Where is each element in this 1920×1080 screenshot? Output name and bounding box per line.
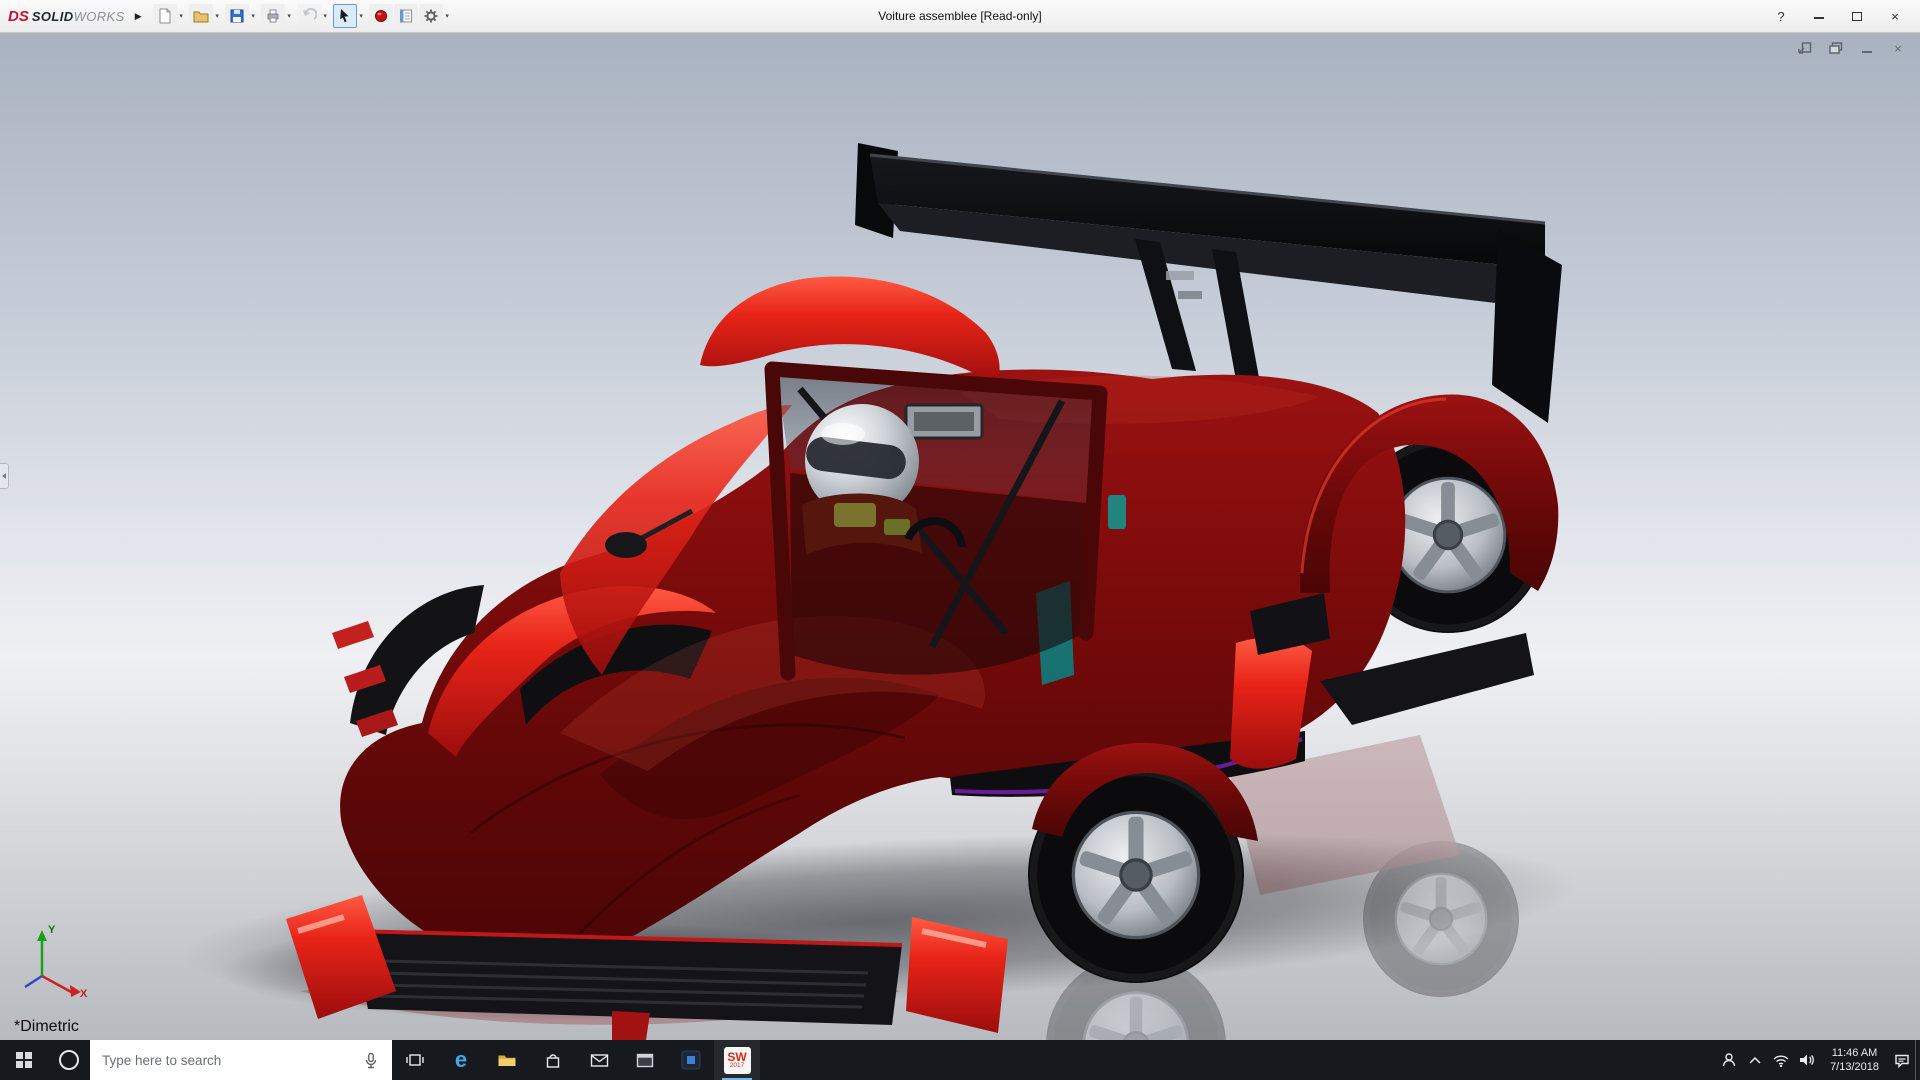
panel-collapse-handle[interactable] (0, 463, 9, 489)
window-controls: ? × (1772, 9, 1912, 24)
ds-logo-icon: DS (8, 8, 29, 25)
save-button[interactable] (225, 4, 249, 28)
window-app-button[interactable] (622, 1040, 668, 1080)
minimize-button[interactable] (1810, 9, 1828, 24)
print-dropdown[interactable]: ▾ (285, 12, 294, 20)
logo-text-works: WORKS (74, 9, 125, 24)
dark-cube-app-icon (681, 1050, 701, 1070)
save-dropdown[interactable]: ▾ (249, 12, 258, 20)
maximize-button[interactable] (1848, 9, 1866, 24)
graphics-viewport[interactable]: × Y X *Dimetric (0, 33, 1920, 1040)
popout-icon (1798, 42, 1812, 54)
undo-icon (301, 8, 317, 24)
search-input[interactable] (102, 1053, 354, 1068)
mail-button[interactable] (576, 1040, 622, 1080)
windows-logo-icon (16, 1052, 33, 1069)
microphone-icon[interactable] (362, 1052, 380, 1069)
save-icon (229, 8, 245, 24)
system-tray: 11:46 AM 7/13/2018 (1716, 1040, 1920, 1080)
window-title: Voiture assemblee [Read-only] (878, 9, 1041, 23)
hidden-icons-button[interactable] (1742, 1040, 1768, 1080)
people-icon (1721, 1052, 1737, 1068)
orientation-triad: Y X (18, 926, 98, 1010)
clock-time: 11:46 AM (1830, 1046, 1879, 1060)
select-cursor-icon (337, 8, 353, 24)
title-bar: DS SOLID WORKS ▶ ▾ ▾ ▾ ▾ ▾ ▾ (0, 0, 1920, 33)
restore-icon (1829, 42, 1843, 54)
doc-restore-button[interactable] (1828, 41, 1844, 55)
edge-icon: e (455, 1049, 467, 1071)
taskbar-search[interactable] (90, 1040, 392, 1080)
report-button[interactable] (394, 4, 418, 28)
store-button[interactable] (530, 1040, 576, 1080)
file-explorer-icon (497, 1052, 517, 1068)
clock-date: 7/13/2018 (1830, 1060, 1879, 1074)
solidworks-app-button[interactable]: SW 2017 (714, 1040, 760, 1080)
view-orientation-label: *Dimetric (14, 1018, 79, 1036)
volume-button[interactable] (1794, 1040, 1820, 1080)
car-assembly-model[interactable] (0, 33, 1920, 1040)
solidworks-logo: DS SOLID WORKS (8, 8, 125, 25)
cortana-icon (59, 1050, 79, 1070)
solidworks-app-icon: SW 2017 (724, 1047, 751, 1074)
new-document-button[interactable] (153, 4, 177, 28)
show-desktop-button[interactable] (1915, 1040, 1920, 1080)
menu-flyout-arrow[interactable]: ▶ (135, 11, 142, 22)
options-dropdown[interactable]: ▾ (443, 12, 452, 20)
undo-button[interactable] (297, 4, 321, 28)
document-window-controls: × (1797, 41, 1906, 55)
doc-close-button[interactable]: × (1890, 41, 1906, 55)
print-icon (265, 8, 281, 24)
window-app-icon (636, 1053, 654, 1068)
red-sphere-button[interactable] (369, 4, 393, 28)
print-button[interactable] (261, 4, 285, 28)
select-dropdown[interactable]: ▾ (357, 12, 366, 20)
undo-dropdown[interactable]: ▾ (321, 12, 330, 20)
chevron-up-icon (1749, 1056, 1761, 1064)
start-button[interactable] (0, 1040, 48, 1080)
network-button[interactable] (1768, 1040, 1794, 1080)
side-mirror (605, 532, 647, 558)
new-document-icon (157, 8, 173, 24)
report-icon (398, 8, 414, 24)
wifi-icon (1773, 1054, 1789, 1067)
axis-y-label: Y (48, 924, 55, 936)
task-view-button[interactable] (392, 1040, 438, 1080)
options-button[interactable] (419, 4, 443, 28)
taskbar: e SW 2017 (0, 1040, 1920, 1080)
minimize-icon (1814, 17, 1824, 19)
edge-button[interactable]: e (438, 1040, 484, 1080)
doc-popout-button[interactable] (1797, 41, 1813, 55)
action-center-icon (1894, 1053, 1910, 1068)
close-button[interactable]: × (1886, 9, 1904, 24)
cortana-button[interactable] (48, 1040, 90, 1080)
clock[interactable]: 11:46 AM 7/13/2018 (1820, 1046, 1889, 1075)
mail-envelope-icon (590, 1053, 609, 1068)
store-bag-icon (544, 1052, 562, 1069)
chevron-left-icon (2, 473, 6, 479)
solidworks-window: DS SOLID WORKS ▶ ▾ ▾ ▾ ▾ ▾ ▾ (0, 0, 1920, 1080)
file-explorer-button[interactable] (484, 1040, 530, 1080)
doc-minimize-button[interactable] (1859, 41, 1875, 55)
new-document-dropdown[interactable]: ▾ (177, 12, 186, 20)
action-center-button[interactable] (1889, 1040, 1915, 1080)
open-folder-icon (193, 8, 209, 24)
open-dropdown[interactable]: ▾ (213, 12, 222, 20)
maximize-icon (1852, 12, 1862, 21)
dark-app-button[interactable] (668, 1040, 714, 1080)
select-tool-button[interactable] (333, 4, 357, 28)
help-button[interactable]: ? (1772, 9, 1790, 24)
people-button[interactable] (1716, 1040, 1742, 1080)
task-view-icon (406, 1052, 424, 1068)
red-sphere-icon (373, 8, 389, 24)
axis-x-label: X (80, 988, 87, 1000)
logo-text-solid: SOLID (32, 9, 74, 24)
doc-minimize-icon (1861, 42, 1873, 54)
gear-icon (423, 8, 439, 24)
open-button[interactable] (189, 4, 213, 28)
speaker-icon (1799, 1053, 1815, 1067)
